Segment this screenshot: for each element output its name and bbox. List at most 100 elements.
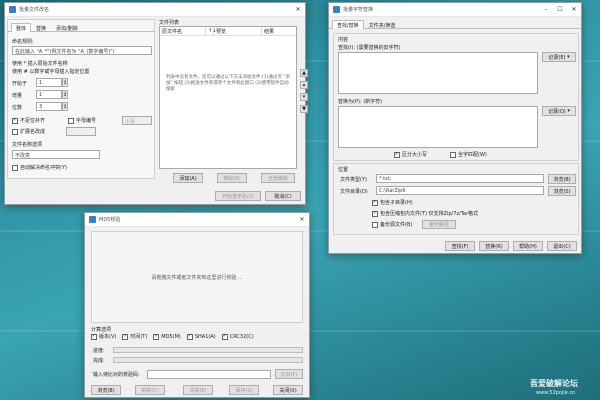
browse-dir-button[interactable]: 浏览(S): [548, 186, 576, 196]
check-icon: ✓: [372, 199, 378, 206]
auto-resolve-label: 自动解决命名冲突(Y): [20, 165, 67, 171]
tab-replace[interactable]: 替换: [31, 23, 51, 32]
add-button[interactable]: 添加(A): [173, 173, 203, 183]
browse-button[interactable]: 浏览(B): [91, 385, 121, 395]
backup-label: 备份源文件(B): [380, 222, 413, 228]
start-rename-button[interactable]: 开始重命名(S): [215, 191, 261, 201]
clear-button[interactable]: 清除(E): [183, 385, 213, 395]
crc32-checkbox[interactable]: ✓ CRC32(C): [221, 333, 254, 340]
cancel-button[interactable]: 取消(C): [265, 191, 301, 201]
drop-hint: 请拖拽文件或者文件夹到这里进行校验 ...: [151, 275, 243, 281]
close-icon[interactable]: ✕: [567, 3, 581, 17]
md5-checkbox[interactable]: ✓ MD5(M): [153, 333, 181, 340]
start-label: 开始于: [12, 81, 28, 87]
tab-strip: 查找/替换 文件夹/筛选: [329, 17, 581, 29]
record-find-button[interactable]: 记录(E) ▾: [542, 52, 576, 62]
step-input[interactable]: 1: [36, 90, 62, 99]
whole-word-checkbox[interactable]: 全字匹配(W): [450, 151, 487, 158]
move-down-icon[interactable]: ▾: [300, 93, 308, 101]
move-bottom-icon[interactable]: ▼: [300, 105, 308, 113]
replace-textarea[interactable]: [338, 106, 538, 148]
step-label: 增量: [12, 93, 23, 99]
case-sensitive-checkbox[interactable]: ✓ 区分大小写: [394, 151, 427, 158]
col-result[interactable]: 结果: [262, 27, 296, 35]
version-label: 版本(V): [99, 334, 117, 340]
browse-type-button[interactable]: 浏览(B): [548, 174, 576, 184]
spinner-icon[interactable]: ↕: [62, 78, 68, 87]
hint-hash: 使用 # 以数字或字母插入指定位置: [12, 69, 90, 75]
compare-input[interactable]: [147, 370, 271, 379]
move-up-icon[interactable]: ▴: [300, 81, 308, 89]
file-type-label: 文件类型(Y): [340, 177, 367, 183]
drop-zone[interactable]: 请拖拽文件或者文件夹到这里进行校验 ...: [91, 231, 303, 323]
record-replace-button[interactable]: 记录(O) ▾: [542, 106, 576, 116]
spinner-icon[interactable]: ↕: [62, 90, 68, 99]
file-list-title: 文件列表: [159, 20, 180, 26]
check-icon: ✓: [153, 333, 160, 340]
checkbox-icon: [450, 151, 456, 158]
close-icon[interactable]: ✕: [291, 3, 305, 17]
find-textarea[interactable]: [338, 52, 538, 94]
exit-button[interactable]: 退出(C): [547, 241, 577, 251]
sort-icon[interactable]: ↑↓: [206, 27, 216, 35]
check-icon: ✓: [122, 333, 129, 340]
maximize-icon[interactable]: ☐: [553, 3, 567, 17]
tab-find-replace[interactable]: 查找/替换: [332, 20, 364, 29]
dir-input[interactable]: C:\RarZip6: [376, 186, 544, 195]
watermark-text: 吾爱破解论坛: [530, 379, 578, 388]
find-button[interactable]: 查找(F): [445, 241, 475, 251]
tab-strip: 整体 替换 添加/删除: [8, 20, 154, 32]
dropdown-arrow-icon: ▾: [567, 54, 570, 60]
compare-label: 输入待比对的校验码:: [93, 372, 140, 378]
md5-label: MD5(M): [161, 333, 181, 340]
col-preview[interactable]: 预览: [214, 27, 262, 35]
rename-rule-label: 命名规则:: [12, 39, 34, 45]
progress-bar: [113, 347, 303, 353]
digits-input[interactable]: 3: [36, 102, 62, 111]
tab-folder-filter[interactable]: 文件夹/筛选: [364, 20, 401, 29]
find-label: 查找(I): (需要替换的旧字符): [338, 45, 401, 51]
spinner-icon[interactable]: ↕: [62, 102, 68, 111]
version-checkbox[interactable]: ✓ 版本(V): [91, 333, 116, 340]
archive-checkbox[interactable]: ✓ 包含压缩包内文件(T) 仅支持Zip/7z/Tar格式: [372, 210, 478, 217]
col-original[interactable]: 原文件名: [160, 27, 206, 35]
file-list[interactable]: 原文件名 ↑↓ 预览 结果 列表中没有文件。您可以通过以下方法添加文件:(1)通…: [159, 26, 297, 169]
rename-rule-input[interactable]: 在此输入 "A_*"(例文件名为 "A_(数字编号)"): [12, 46, 152, 55]
time-checkbox[interactable]: ✓ 时间(T): [122, 333, 147, 340]
checkbox-icon: [372, 221, 378, 228]
file-type-input[interactable]: *.txt;: [376, 174, 544, 183]
title-bar: 批量文件改名 ✕: [5, 3, 305, 17]
subdir-label: 包含子目录(H): [380, 200, 413, 206]
clear-all-button[interactable]: 全部移除: [261, 173, 295, 183]
auto-resolve-checkbox[interactable]: 自动解决命名冲突(Y): [12, 164, 67, 171]
minimize-icon[interactable]: –: [539, 3, 553, 17]
backup-path-button[interactable]: 备份路径: [422, 220, 456, 229]
copy-button[interactable]: 复制(C): [135, 385, 165, 395]
tab-add-delete[interactable]: 添加/删除: [51, 23, 83, 32]
close-button[interactable]: 关闭(X): [273, 385, 303, 395]
ext-input[interactable]: [66, 127, 96, 136]
move-top-icon[interactable]: ▲: [300, 69, 308, 77]
case-select[interactable]: 小写: [122, 116, 152, 125]
case-rule-select[interactable]: 不改变: [12, 150, 100, 159]
compare-button[interactable]: 比对(F): [275, 369, 303, 379]
position-group: 位置 文件类型(Y) *.txt; 浏览(B) 文件目录(D) C:\RarZi…: [333, 163, 579, 235]
sha1-checkbox[interactable]: ✓ SHA1(A): [186, 333, 216, 340]
remove-button[interactable]: 移除(R): [217, 173, 247, 183]
pad-zero-checkbox[interactable]: ✓ 不足位补齐: [12, 117, 45, 124]
done-bar: [113, 357, 303, 363]
tab-general[interactable]: 整体: [11, 23, 32, 32]
save-button[interactable]: 保存(S): [229, 385, 259, 395]
empty-list-hint: 列表中没有文件。您可以通过以下方法添加文件:(1)通过点 "添加" 按钮 (2)…: [166, 75, 290, 92]
ext-checkbox[interactable]: 扩展名改成: [12, 128, 45, 135]
help-button[interactable]: 帮助(H): [513, 241, 543, 251]
content-group-title: 内容: [338, 37, 349, 43]
subdir-checkbox[interactable]: ✓ 包含子目录(H): [372, 199, 413, 206]
start-input[interactable]: 1: [36, 78, 62, 87]
backup-checkbox[interactable]: 备份源文件(B): [372, 221, 412, 228]
window-title: MD5校验: [99, 217, 121, 223]
title-bar: 批量字符替换 – ☐ ✕: [329, 3, 581, 17]
letter-number-checkbox[interactable]: 字母编号: [68, 117, 96, 124]
replace-button[interactable]: 替换(R): [479, 241, 509, 251]
close-icon[interactable]: ✕: [295, 213, 309, 227]
